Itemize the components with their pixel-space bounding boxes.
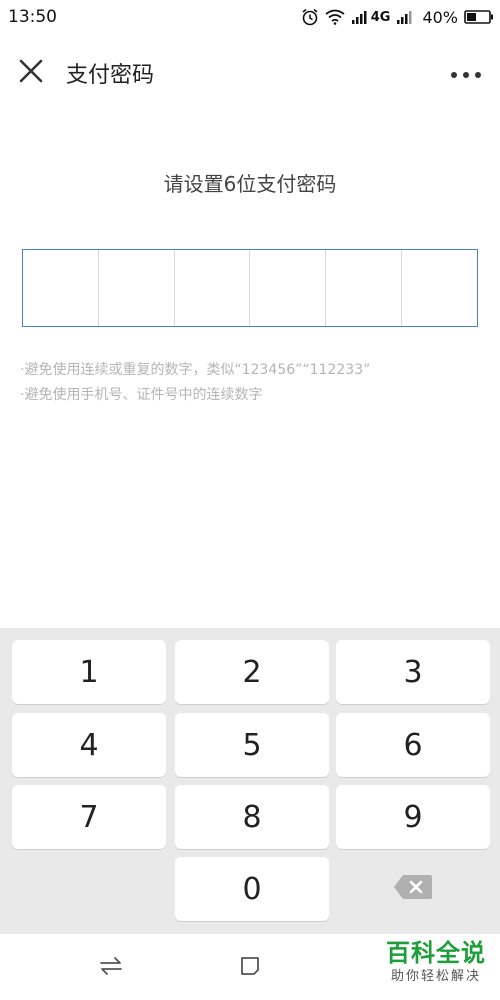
status-time: 13:50 [8, 7, 57, 27]
home-square-icon [239, 955, 261, 981]
battery-percent: 40% [422, 7, 458, 27]
key-2[interactable]: 2 [175, 640, 329, 704]
key-1[interactable]: 1 [12, 640, 166, 704]
pin-digit-6 [402, 250, 477, 326]
key-0[interactable]: 0 [175, 857, 329, 921]
pin-digit-5 [326, 250, 403, 326]
key-7[interactable]: 7 [12, 785, 166, 849]
hint-no-id-number: ·避免使用手机号、证件号中的连续数字 [20, 387, 263, 403]
pin-instruction: 请设置6位支付密码 [163, 172, 337, 196]
key-5[interactable]: 5 [175, 713, 329, 777]
switch-apps-button[interactable] [91, 948, 131, 988]
key-4[interactable]: 4 [12, 713, 166, 777]
more-dots-icon [450, 64, 482, 83]
backspace-button[interactable] [336, 857, 490, 921]
alarm-icon [301, 8, 319, 26]
pin-digit-3 [175, 250, 251, 326]
pin-digit-2 [99, 250, 175, 326]
more-options-button[interactable] [438, 46, 494, 100]
pin-digit-1 [23, 250, 99, 326]
network-type: 4G [370, 9, 391, 25]
watermark-subtitle: 助你轻松解决 [390, 969, 481, 984]
numeric-keypad: 1 2 3 4 5 6 7 8 9 0 [0, 628, 500, 934]
status-bar: 13:50 4G 40% [0, 0, 500, 34]
key-8[interactable]: 8 [175, 785, 329, 849]
watermark-logo: 百科全说 助你轻松解决 [386, 938, 486, 986]
pin-digit-4 [250, 250, 327, 326]
key-6[interactable]: 6 [336, 713, 490, 777]
page-title: 支付密码 [66, 63, 155, 88]
home-button[interactable] [230, 948, 270, 988]
status-icons: 4G 40% [301, 8, 494, 27]
watermark-title: 百科全说 [386, 939, 486, 967]
password-hints: ·避免使用连续或重复的数字，类似“123456”“112233” ·避免使用手机… [20, 358, 490, 408]
payment-password-screen: 13:50 4G 40% 支付密码 请设置6位支付密码 ·避免使用连续或重复的数… [0, 0, 500, 1000]
close-button[interactable] [0, 42, 62, 104]
backspace-icon [393, 874, 433, 904]
signal-icon-1 [351, 9, 369, 25]
battery-icon [464, 9, 494, 25]
hint-no-sequence: ·避免使用连续或重复的数字，类似“123456”“112233” [20, 362, 371, 378]
close-icon [18, 58, 44, 88]
title-bar: 支付密码 [0, 34, 500, 112]
signal-icon-2 [396, 9, 414, 25]
switch-arrows-icon [99, 956, 123, 980]
key-9[interactable]: 9 [336, 785, 490, 849]
pin-input[interactable] [22, 249, 478, 327]
key-3[interactable]: 3 [336, 640, 490, 704]
wifi-icon [325, 9, 345, 25]
